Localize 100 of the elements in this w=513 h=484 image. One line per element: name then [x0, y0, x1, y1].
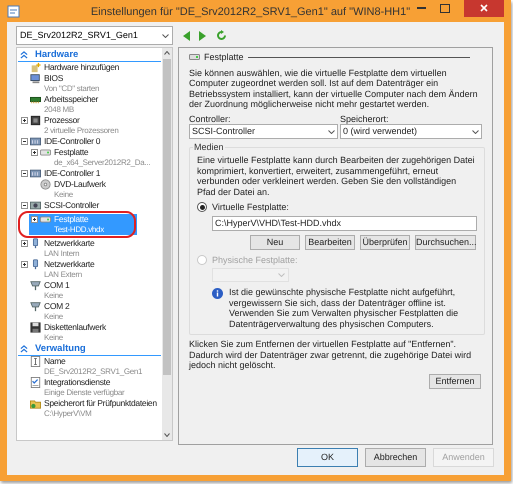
item-detail: Keine — [44, 312, 64, 322]
collapse-chevrons-icon[interactable] — [20, 345, 28, 353]
tree-item[interactable]: Netzwerkkarte LAN Extern — [19, 259, 94, 280]
tree-item[interactable]: Arbeitsspeicher 2048 MB — [19, 94, 98, 115]
item-detail: LAN Intern — [44, 248, 80, 259]
folder-icon — [30, 398, 41, 409]
hardware-add-icon — [30, 62, 41, 73]
item-detail: Keine — [44, 332, 64, 343]
tree-item[interactable]: Integrationsdienste Einige Dienste verfügbar — [19, 377, 124, 398]
item-detail: C:\HyperV\VM — [44, 408, 93, 419]
scroll-down-icon[interactable] — [164, 433, 170, 437]
tree-item[interactable]: Prozessor 2 virtuelle Prozessoren — [19, 115, 118, 136]
collapse-icon[interactable] — [21, 138, 28, 145]
scroll-up-icon[interactable] — [164, 51, 170, 55]
item-label: Name — [44, 356, 66, 366]
tree-item[interactable]: BIOS Von "CD" starten — [19, 73, 100, 94]
item-label: Netzwerkkarte — [44, 259, 94, 270]
item-detail: Test-HDD.vhdx — [54, 224, 104, 235]
controller-label: Controller: — [189, 114, 232, 124]
expand-icon[interactable] — [31, 216, 38, 223]
controller-icon — [30, 168, 41, 179]
item-label: IDE-Controller 0 — [44, 136, 100, 146]
action-button[interactable]: Neu — [250, 234, 300, 250]
item-label: Prozessor — [44, 115, 81, 126]
dialog-button[interactable]: Abbrechen — [365, 448, 426, 467]
controller-dropdown[interactable]: SCSI-Controller — [189, 124, 338, 139]
path-input[interactable]: C:\HyperV\VHD\Test-HDD.vhdx — [212, 216, 477, 230]
item-label: Festplatte — [54, 147, 90, 158]
item-label: Festplatte — [54, 214, 90, 224]
tree-item[interactable]: SCSI-Controller — [19, 200, 100, 211]
chip-icon — [30, 115, 41, 126]
tree-item[interactable]: Hardware hinzufügen — [19, 62, 120, 73]
collapse-icon[interactable] — [21, 202, 28, 209]
maximize-icon[interactable] — [440, 4, 450, 12]
info-text: Ist die gewünschte physische Festplatte nicht aufgeführt, vergewissern Sie sich, dass der Datenträger offline ist. Verwenden Sie zum Verwalten physischer Festplatten die Datenträgerverwaltung des physischen Computers. — [229, 287, 460, 329]
item-label: BIOS — [44, 73, 64, 84]
section-title: Festplatte — [204, 52, 244, 62]
item-label: Integrationsdienste — [44, 377, 112, 388]
item-detail: Einige Dienste verfügbar — [44, 388, 124, 398]
computer-icon — [30, 73, 41, 84]
option-label: Virtuelle Festplatte: — [212, 202, 289, 212]
scrollbar[interactable] — [162, 48, 172, 440]
tree-item[interactable]: COM 2 Keine — [19, 301, 70, 322]
serial-port-icon — [30, 301, 41, 312]
info-icon — [212, 288, 223, 299]
item-label: Arbeitsspeicher — [44, 94, 98, 104]
serial-port-icon — [30, 280, 41, 291]
disc-icon — [40, 179, 51, 190]
controller-icon — [30, 136, 41, 147]
item-label: IDE-Controller 1 — [44, 168, 100, 178]
close-button[interactable] — [464, 0, 504, 17]
item-detail: Von "CD" starten — [44, 84, 100, 94]
group-title: Medien — [193, 142, 225, 152]
text-field-icon — [30, 356, 41, 367]
expand-icon[interactable] — [21, 260, 28, 268]
section-header[interactable]: Hardware — [35, 48, 78, 62]
collapse-chevrons-icon[interactable] — [20, 51, 28, 59]
tree-item[interactable]: Name DE_Srv2012R2_SRV1_Gen1 — [19, 356, 142, 377]
vm-dropdown[interactable]: DE_Srv2012R2_SRV1_Gen1 — [16, 26, 173, 45]
collapse-icon[interactable] — [21, 170, 28, 177]
remove-button[interactable]: Entfernen — [429, 374, 481, 388]
tree-item[interactable]: IDE-Controller 1 — [19, 168, 100, 179]
description-text: Sie können auswählen, wie die virtuelle Festplatte dem virtuellen Computer zugeordnet werden soll. Ist auf dem Datenträger ein Betriebssystem installiert, kann der virtuelle Computer nach dem Ändern der Zuordnung möglicherweise nicht mehr gestartet werden. — [189, 68, 479, 110]
item-detail: 2 virtuelle Prozessoren — [44, 126, 118, 136]
tree-item[interactable]: Netzwerkkarte LAN Intern — [19, 238, 94, 259]
tree-item[interactable]: COM 1 Keine — [19, 280, 70, 301]
radio-button[interactable] — [197, 202, 207, 212]
item-detail: Keine — [54, 190, 74, 200]
back-arrow-icon[interactable] — [183, 30, 190, 40]
item-label: DVD-Laufwerk — [54, 179, 106, 190]
media-description: Eine virtuelle Festplatte kann durch Bearbeiten der zugehörigen Datei komprimiert, konvertiert, erweitert, zusammengeführt, erneut verbunden oder verkleinert werden. Geben Sie den vollständigen Pfad der Datei an. — [197, 155, 476, 197]
forward-arrow-icon[interactable] — [199, 30, 206, 40]
refresh-icon[interactable] — [216, 30, 227, 41]
tree-item[interactable]: Speicherort für Prüfpunktdateien C:\HyperV\VM — [19, 398, 157, 419]
scrollbar-thumb[interactable] — [163, 59, 171, 375]
tree-item[interactable]: Festplatte de_x64_Server2012R2_Da... — [29, 147, 150, 168]
item-label: COM 1 — [44, 280, 70, 290]
item-label: COM 2 — [44, 301, 70, 312]
action-button[interactable]: Durchsuchen... — [415, 234, 476, 250]
network-adapter-icon — [30, 238, 41, 249]
dialog-button[interactable]: OK — [297, 448, 358, 467]
tree-item[interactable]: Diskettenlaufwerk Keine — [19, 322, 106, 343]
expand-icon[interactable] — [21, 116, 28, 124]
expand-icon[interactable] — [21, 240, 28, 247]
action-button[interactable]: Überprüfen — [360, 234, 410, 250]
item-label: Speicherort für Prüfpunktdateien — [44, 398, 157, 408]
tree-item[interactable]: IDE-Controller 0 — [19, 136, 100, 147]
settings-window-icon — [7, 4, 20, 18]
item-detail: DE_Srv2012R2_SRV1_Gen1 — [44, 366, 142, 377]
section-header[interactable]: Verwaltung — [35, 342, 86, 356]
tree-item[interactable]: DVD-Laufwerk Keine — [29, 179, 106, 200]
controller-icon — [30, 200, 41, 211]
location-dropdown[interactable]: 0 (wird verwendet) — [340, 124, 482, 139]
item-detail: de_x64_Server2012R2_Da... — [54, 158, 150, 168]
action-button[interactable]: Bearbeiten — [305, 234, 355, 250]
remove-hint-text: Klicken Sie zum Entfernen der virtuellen Festplatte auf "Entfernen". Dadurch wird der Datenträger zwar getrennt, die zugehörige Datei wird jedoch nicht gelöscht. — [189, 339, 472, 370]
checklist-icon — [30, 377, 41, 388]
item-detail: 2048 MB — [44, 104, 75, 115]
expand-icon[interactable] — [31, 148, 38, 156]
close-icon — [480, 4, 488, 12]
